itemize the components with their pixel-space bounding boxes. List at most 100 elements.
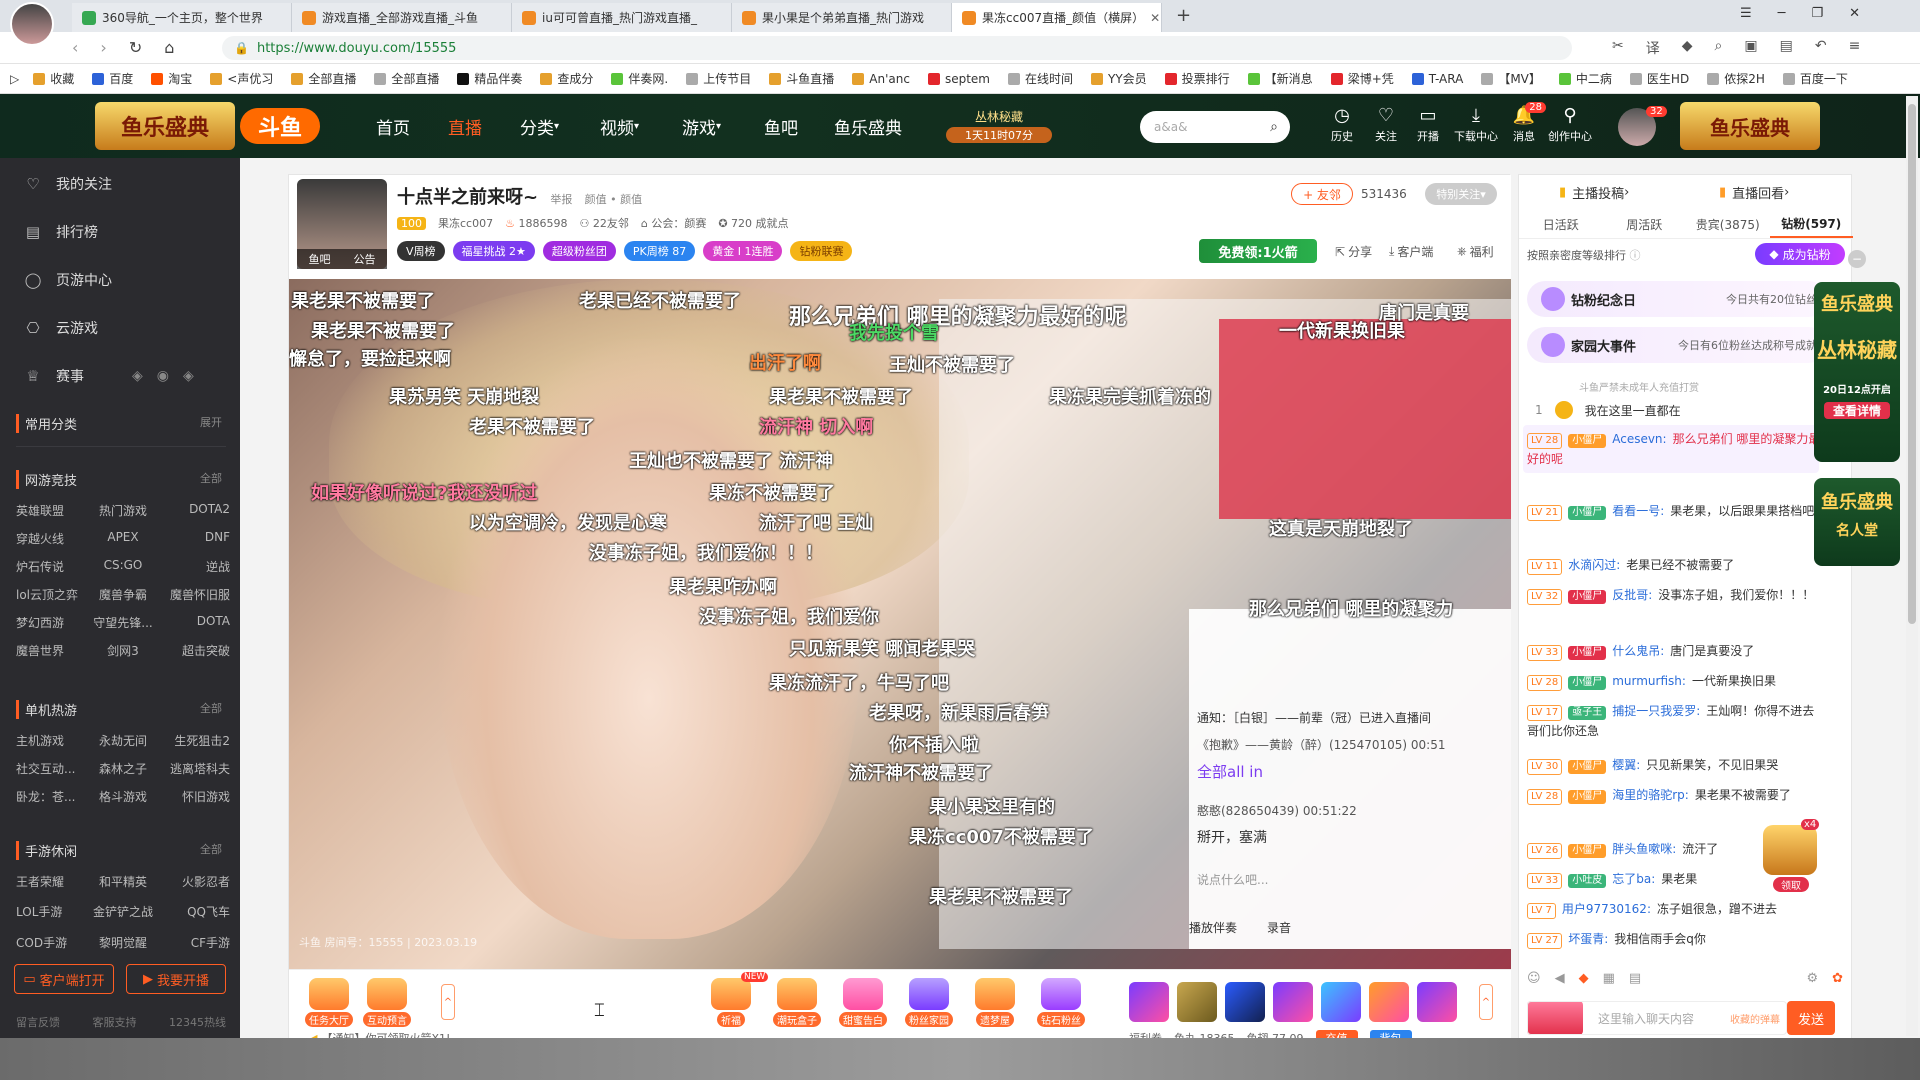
gold-rank-pill[interactable]: 黄金 I 1连胜	[703, 241, 783, 261]
nav-category[interactable]: 分类 ▾	[520, 94, 559, 158]
client-button[interactable]: ⤓ 客户端	[1389, 243, 1433, 260]
category-link[interactable]: 社交互动...	[16, 760, 87, 777]
bookmark-item[interactable]: 梁博+凭	[1330, 70, 1394, 87]
category-link[interactable]: 逃离塔科夫	[159, 760, 230, 777]
bookmark-item[interactable]: 全部直播	[374, 70, 439, 87]
category-link[interactable]: 永劫无间	[87, 732, 158, 749]
nav-fishbar[interactable]: 鱼吧	[764, 94, 798, 158]
category-link[interactable]: 王者荣耀	[16, 873, 87, 892]
bookmark-item[interactable]: 伴奏网.	[611, 70, 668, 87]
grid-icon[interactable]: ▦	[1603, 971, 1615, 986]
diamond-league-pill[interactable]: 钻粉联赛	[790, 241, 853, 261]
bookmark-item[interactable]: T-ARA	[1411, 72, 1463, 86]
browser-tab[interactable]: 游戏直播_全部游戏直播_斗鱼	[292, 3, 512, 32]
section-more-single[interactable]: 全部	[200, 700, 222, 716]
home-event-banner[interactable]: 家园大事件 今日有6位粉丝达成称号成就	[1527, 327, 1827, 363]
category-link[interactable]: 黎明觉醒	[87, 934, 158, 953]
anchor-name[interactable]: 果冻cc007	[438, 215, 493, 231]
url-field[interactable]: 🔒 https://www.douyu.com/15555	[222, 36, 1572, 60]
bookmark-item[interactable]: 中二病	[1558, 70, 1612, 87]
gift-thumb[interactable]	[1417, 982, 1457, 1022]
translate-icon[interactable]: 译	[1646, 38, 1660, 58]
bookmark-item[interactable]: <声优习	[210, 70, 273, 87]
announcement-link[interactable]: 公告	[354, 251, 376, 267]
bookmark-item[interactable]: 医生HD	[1629, 70, 1689, 87]
bookmark-item[interactable]: 上传节目	[686, 70, 751, 87]
browser-tab-active[interactable]: 果冻cc007直播_颜值（横屏） ✕	[952, 3, 1162, 32]
bookmark-item[interactable]: 淘宝	[151, 70, 192, 87]
gift-item[interactable]: 遗梦屋	[967, 978, 1023, 1027]
nav-video[interactable]: 视频 ▾	[600, 94, 639, 158]
category-link[interactable]: QQ飞车	[159, 903, 230, 922]
bookmarks-toggle-icon[interactable]: ▷	[10, 72, 19, 86]
section-more-mobile[interactable]: 全部	[200, 841, 222, 857]
replay-link[interactable]: ▮ 直播回看 ›	[1719, 183, 1789, 202]
reload-icon[interactable]: ↻	[129, 38, 142, 57]
help-icon[interactable]: ⓘ	[1630, 249, 1641, 262]
pk-week-pill[interactable]: PK周榜 87	[623, 241, 696, 261]
bookmark-item[interactable]: 精品伴奏	[457, 70, 522, 87]
category-link[interactable]: 剑网3	[87, 642, 158, 659]
category-link[interactable]: 格斗游戏	[87, 788, 158, 805]
extension-icon[interactable]: ▣	[1744, 38, 1757, 58]
view-details-button[interactable]: 查看详情	[1824, 402, 1890, 419]
video-player[interactable]: 通知：［白银］——前辈（冠）已进入直播间 《抱歉》——黄龄（醉）(1254701…	[289, 279, 1511, 969]
go-live-button[interactable]: ▶ 我要开播	[126, 964, 226, 994]
tab-daily-active[interactable]: 日活跃	[1519, 211, 1603, 238]
header-golive[interactable]: ▭ 开播	[1404, 104, 1452, 150]
fishbar-link[interactable]: 鱼吧	[309, 251, 331, 267]
category-link[interactable]: LOL手游	[16, 903, 87, 922]
add-friend-button[interactable]: + 友邻	[1291, 183, 1353, 205]
chat-input[interactable]: 这里输入聊天内容 收藏的弹幕	[1527, 1001, 1787, 1035]
profile-avatar[interactable]	[10, 2, 54, 46]
nav-games[interactable]: 游戏 ▾	[682, 94, 721, 158]
tab-close-icon[interactable]: ✕	[1144, 11, 1160, 25]
gift-thumb[interactable]	[1369, 982, 1409, 1022]
emoji-icon[interactable]: ☺	[1527, 971, 1541, 986]
forward-icon[interactable]: ›	[100, 38, 106, 57]
category-link[interactable]: 魔兽争霸	[87, 586, 158, 603]
header-download[interactable]: ⤓ 下载中心	[1452, 104, 1500, 150]
sidebar-item-cloudgame[interactable]: ⎔ 云游戏	[0, 306, 240, 350]
bookmark-item[interactable]: 斗鱼直播	[769, 70, 834, 87]
bookmark-item[interactable]: 全部直播	[291, 70, 356, 87]
gift-thumb[interactable]	[1273, 982, 1313, 1022]
bookmark-item[interactable]: 收藏	[33, 70, 74, 87]
category-link[interactable]: DOTA2	[159, 502, 230, 519]
event-banner[interactable]: 鱼乐盛典	[1680, 102, 1820, 150]
room-category[interactable]: 颜值 • 颜值	[585, 193, 642, 206]
category-link[interactable]: 炉石传说	[16, 558, 87, 575]
gift-item[interactable]: 甜蜜告白	[835, 978, 891, 1027]
category-link[interactable]: 魔兽世界	[16, 642, 87, 659]
back-icon[interactable]: ‹	[72, 38, 78, 57]
category-link[interactable]: DOTA	[159, 614, 230, 631]
tab-diamond-fans[interactable]: 钻粉(597)	[1769, 211, 1853, 238]
browser-tab[interactable]: iu可可曾直播_热门游戏直播_	[512, 3, 732, 32]
bookmark-item[interactable]: 投票排行	[1164, 70, 1230, 87]
free-rocket-button[interactable]: 免费领:1火箭	[1199, 239, 1317, 263]
header-follow[interactable]: ♡ 关注	[1362, 104, 1410, 150]
category-link[interactable]: 魔兽怀旧服	[159, 586, 230, 603]
collapse-panel-icon[interactable]: −	[1848, 250, 1866, 268]
nav-live[interactable]: 直播	[448, 94, 482, 158]
bookmark-item[interactable]: 侬探2H	[1707, 70, 1765, 87]
gift-thumb[interactable]	[1129, 982, 1169, 1022]
gift-item[interactable]: 祈福	[703, 978, 759, 1027]
bookmark-item[interactable]: 【MV】	[1481, 70, 1541, 87]
category-link[interactable]: CF手游	[159, 934, 230, 953]
category-link[interactable]: 和平精英	[87, 873, 158, 892]
game-icon[interactable]: ◆	[1682, 38, 1693, 58]
card-icon[interactable]: ▤	[1629, 971, 1641, 986]
feedback-link[interactable]: 留言反馈	[16, 1014, 60, 1030]
bookmark-item[interactable]: 百度	[92, 70, 133, 87]
category-link[interactable]: COD手游	[16, 934, 87, 953]
gift-thumb[interactable]	[1321, 982, 1361, 1022]
task-hall-button[interactable]: 任务大厅	[301, 978, 357, 1027]
bookmark-item[interactable]: 查成分	[540, 70, 593, 87]
new-tab-button[interactable]: +	[1176, 5, 1191, 26]
category-link[interactable]: CS:GO	[87, 558, 158, 575]
window-menu-icon[interactable]: ☰	[1740, 6, 1752, 21]
undo-icon[interactable]: ↶	[1815, 38, 1827, 58]
category-link[interactable]: 超击突破	[159, 642, 230, 659]
diamond-anniversary-banner[interactable]: 钻粉纪念日 今日共有20位钻丝	[1527, 281, 1827, 317]
